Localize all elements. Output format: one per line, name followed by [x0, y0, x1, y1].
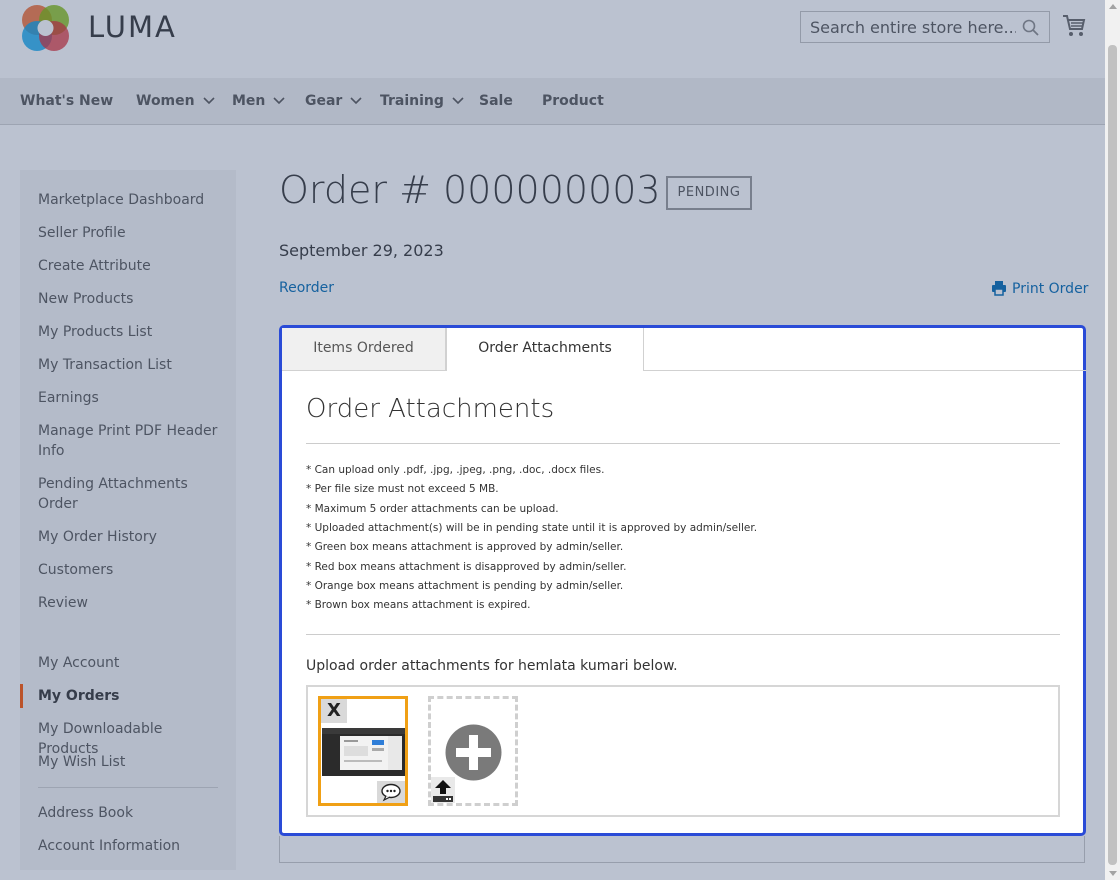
- nav-item-product[interactable]: Product: [542, 78, 604, 125]
- reorder-link[interactable]: Reorder: [279, 280, 334, 296]
- nav-label: Sale: [479, 93, 513, 109]
- sidebar-item-my-transaction-list[interactable]: My Transaction List: [38, 355, 223, 375]
- attachment-note: * Orange box means attachment is pending…: [306, 580, 624, 592]
- attachment-note: * Brown box means attachment is expired.: [306, 599, 531, 611]
- sidebar-divider: [38, 787, 218, 788]
- sidebar-item-account-information[interactable]: Account Information: [38, 836, 223, 856]
- attachment-thumbnail[interactable]: X: [318, 696, 408, 806]
- printer-icon: [992, 281, 1006, 296]
- chevron-down-icon: [203, 97, 215, 105]
- active-item-marker: [20, 684, 23, 708]
- nav-label: Training: [380, 93, 444, 109]
- sidebar-item-create-attribute[interactable]: Create Attribute: [38, 256, 223, 276]
- nav-item-women[interactable]: Women: [136, 78, 215, 125]
- divider: [306, 443, 1060, 444]
- attachment-note: * Red box means attachment is disapprove…: [306, 561, 627, 573]
- order-date: September 29, 2023: [279, 241, 444, 260]
- nav-item-training[interactable]: Training: [380, 78, 464, 125]
- sidebar-item-my-products-list[interactable]: My Products List: [38, 322, 223, 342]
- nav-label: Product: [542, 93, 604, 109]
- nav-label: Men: [232, 93, 266, 109]
- items-table-edge: [279, 836, 1085, 863]
- nav-item-gear[interactable]: Gear: [305, 78, 362, 125]
- attachment-preview-image: [322, 728, 405, 776]
- page-scrollbar[interactable]: [1105, 0, 1120, 880]
- attachment-note: * Can upload only .pdf, .jpg, .jpeg, .pn…: [306, 464, 605, 476]
- tab-items-ordered[interactable]: Items Ordered: [282, 328, 446, 371]
- search-icon[interactable]: [1022, 19, 1039, 36]
- upload-label: Upload order attachments for hemlata kum…: [306, 658, 678, 674]
- cart-icon[interactable]: [1062, 14, 1086, 38]
- attachment-note: * Per file size must not exceed 5 MB.: [306, 483, 499, 495]
- nav-item-men[interactable]: Men: [232, 78, 285, 125]
- sidebar-item-my-orders[interactable]: My Orders: [38, 686, 223, 706]
- sidebar-item-marketplace-dashboard[interactable]: Marketplace Dashboard: [38, 190, 223, 210]
- nav-label: Gear: [305, 93, 343, 109]
- scroll-up-arrow[interactable]: [1109, 4, 1117, 9]
- order-status-badge: PENDING: [666, 176, 752, 210]
- print-order-label: Print Order: [1012, 281, 1089, 297]
- divider: [306, 634, 1060, 635]
- attachment-comment-button[interactable]: [377, 781, 405, 803]
- nav-item-whats-new[interactable]: What's New: [20, 78, 113, 125]
- sidebar-item-customers[interactable]: Customers: [38, 560, 223, 580]
- upload-icon[interactable]: [431, 777, 455, 803]
- print-order-link[interactable]: Print Order: [991, 280, 1088, 297]
- chevron-down-icon: [350, 97, 362, 105]
- remove-attachment-button[interactable]: X: [321, 699, 347, 723]
- attachment-note: * Maximum 5 order attachments can be upl…: [306, 503, 559, 515]
- sidebar-item-my-wish-list[interactable]: My Wish List: [38, 752, 223, 772]
- chevron-down-icon: [273, 97, 285, 105]
- account-sidebar: Marketplace Dashboard Seller Profile Cre…: [20, 170, 236, 870]
- plus-circle-icon: [445, 724, 502, 781]
- tab-order-attachments[interactable]: Order Attachments: [446, 328, 644, 371]
- sidebar-item-new-products[interactable]: New Products: [38, 289, 223, 309]
- nav-label: Women: [136, 93, 195, 109]
- page-title: Order # 000000003: [279, 168, 661, 212]
- search-input[interactable]: [801, 12, 1016, 42]
- scroll-down-arrow[interactable]: [1109, 871, 1117, 876]
- sidebar-item-address-book[interactable]: Address Book: [38, 803, 223, 823]
- sidebar-item-earnings[interactable]: Earnings: [38, 388, 223, 408]
- tab-divider: [644, 370, 1086, 371]
- sidebar-item-seller-profile[interactable]: Seller Profile: [38, 223, 223, 243]
- order-tabs-panel: Items Ordered Order Attachments Order At…: [279, 325, 1086, 836]
- sidebar-item-my-account[interactable]: My Account: [38, 653, 223, 673]
- logo-text[interactable]: LUMA: [88, 10, 177, 44]
- nav-item-sale[interactable]: Sale: [479, 78, 513, 125]
- sidebar-item-manage-print-pdf-header[interactable]: Manage Print PDF Header Info: [38, 421, 223, 461]
- luma-logo-icon[interactable]: [20, 2, 72, 54]
- sidebar-item-my-order-history[interactable]: My Order History: [38, 527, 223, 547]
- attachment-upload-area: X: [306, 685, 1060, 817]
- chevron-down-icon: [452, 97, 464, 105]
- comment-icon: [381, 783, 401, 802]
- add-attachment-button[interactable]: [428, 696, 518, 806]
- search-box: [800, 11, 1050, 43]
- attachments-heading: Order Attachments: [306, 394, 555, 424]
- sidebar-item-pending-attachments-order[interactable]: Pending Attachments Order: [38, 474, 223, 514]
- attachment-note: * Uploaded attachment(s) will be in pend…: [306, 522, 758, 534]
- nav-label: What's New: [20, 93, 114, 109]
- page-header: LUMA: [0, 0, 1105, 78]
- scrollbar-thumb[interactable]: [1108, 45, 1117, 865]
- main-navigation: What's New Women Men Gear Training Sale …: [0, 78, 1105, 125]
- sidebar-item-review[interactable]: Review: [38, 593, 223, 613]
- attachment-note: * Green box means attachment is approved…: [306, 541, 624, 553]
